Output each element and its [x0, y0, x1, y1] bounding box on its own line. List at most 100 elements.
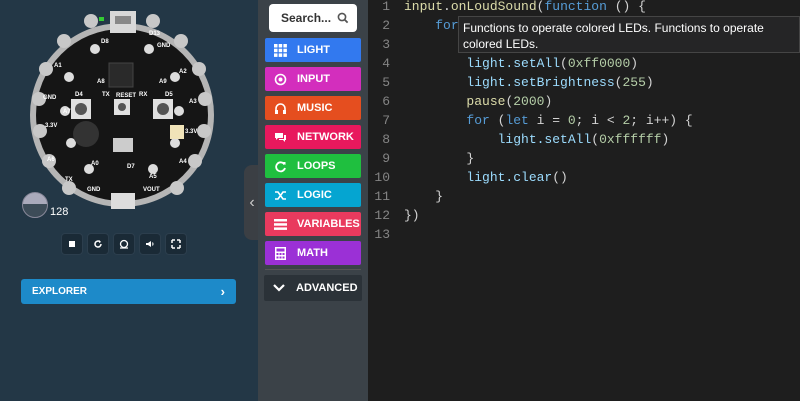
label-a1: A1: [54, 63, 62, 69]
category-logic[interactable]: LOGIC: [265, 183, 361, 207]
category-input[interactable]: INPUT: [265, 67, 361, 91]
category-label: LOGIC: [297, 189, 332, 201]
code-line: 6 pause(2000): [382, 94, 553, 109]
stop-icon: [69, 241, 75, 247]
snail-icon: [119, 239, 129, 249]
label-a4: A4: [179, 159, 187, 165]
category-music[interactable]: MUSIC: [265, 96, 361, 120]
slide-switch: [113, 138, 133, 152]
refresh-icon: [94, 240, 102, 248]
code-line: 10 light.clear(): [374, 170, 568, 185]
code-line: 2 for: [382, 18, 459, 33]
chevron-down-icon: [272, 281, 286, 295]
loop-icon: [273, 159, 287, 173]
label-rx: RX: [139, 92, 147, 98]
label-d4: D4: [75, 92, 83, 98]
label-a8: A8: [97, 79, 105, 85]
code-line: 5 light.setBrightness(255): [382, 75, 654, 90]
category-label: VARIABLES: [297, 218, 360, 230]
label-3v3-left: 3.3V: [45, 123, 57, 129]
toolbox-search[interactable]: Search...: [269, 4, 357, 32]
speaker: [73, 121, 99, 147]
code-line-text: }: [404, 189, 444, 204]
code-line: 12}): [374, 208, 420, 223]
stop-button[interactable]: [61, 233, 83, 255]
category-label: MUSIC: [297, 102, 333, 114]
restart-button[interactable]: [87, 233, 109, 255]
label-a5: A5: [149, 174, 157, 180]
label-a2: A2: [179, 69, 187, 75]
explorer-label: EXPLORER: [32, 286, 88, 297]
category-label: NETWORK: [297, 131, 354, 143]
search-icon: [337, 12, 349, 24]
mute-button[interactable]: [139, 233, 161, 255]
code-line: 3: [382, 37, 390, 52]
category-loops[interactable]: LOOPS: [265, 154, 361, 178]
label-d8: D8: [101, 39, 109, 45]
fullscreen-button[interactable]: [165, 233, 187, 255]
label-gnd-left: GND: [43, 95, 57, 101]
code-line: 7 for (let i = 0; i < 2; i++) {: [382, 113, 693, 128]
code-line: 4 light.setAll(0xff0000): [382, 56, 639, 71]
code-line: 8 light.setAll(0xffffff): [382, 132, 670, 147]
label-a3: A3: [189, 99, 197, 105]
label-a6: A6: [47, 157, 55, 163]
list-icon: [273, 217, 287, 231]
category-light[interactable]: LIGHT: [265, 38, 361, 62]
code-line-text: light.setAll(0xffffff): [497, 132, 670, 147]
slow-mo-button[interactable]: [113, 233, 135, 255]
toolbox-divider: [265, 269, 361, 270]
chevron-left-icon: ‹: [249, 193, 255, 211]
category-label: INPUT: [297, 73, 330, 85]
hover-tooltip: Functions to operate colored LEDs. Funct…: [458, 16, 800, 53]
battery-connector: [111, 193, 135, 209]
chat-icon: [273, 130, 287, 144]
label-d13: D13: [149, 31, 161, 37]
shuffle-icon: [273, 188, 287, 202]
code-line-text: for (let i = 0; i < 2; i++) {: [466, 113, 693, 128]
circuit-playground-board[interactable]: D13 D8 GND A8 A9 D4 D5 TX RESET RX A1 GN…: [29, 3, 215, 227]
label-vout: VOUT: [143, 187, 160, 193]
code-line-text: light.setBrightness(255): [466, 75, 654, 90]
label-gnd-bottom: GND: [87, 187, 101, 193]
category-label: ADVANCED: [296, 282, 358, 294]
light-sensor: [170, 125, 184, 139]
code-line-text: light.setAll(0xff0000): [466, 56, 639, 71]
label-d5: D5: [165, 92, 173, 98]
code-line: 13: [374, 227, 390, 242]
code-line: 9 }: [382, 151, 475, 166]
temperature-slider[interactable]: [22, 192, 48, 218]
label-3v3-right: 3.3V: [185, 129, 197, 135]
label-tx-a6: TX: [65, 177, 73, 183]
category-math[interactable]: MATH: [265, 241, 361, 265]
code-line-text: }): [404, 208, 420, 223]
code-line: 11 }: [374, 189, 444, 204]
explorer-button[interactable]: EXPLORER ›: [21, 279, 236, 304]
chevron-right-icon: ›: [220, 284, 225, 299]
code-line-text: light.clear(): [466, 170, 568, 185]
simulator-panel: D13 D8 GND A8 A9 D4 D5 TX RESET RX A1 GN…: [0, 0, 258, 401]
code-line: 1 input.onLoudSound(function () {: [382, 0, 646, 14]
label-a9: A9: [159, 79, 167, 85]
category-label: LOOPS: [297, 160, 336, 172]
category-network[interactable]: NETWORK: [265, 125, 361, 149]
temperature-value: 128: [50, 206, 69, 218]
target-icon: [273, 72, 287, 86]
category-label: MATH: [297, 247, 328, 259]
headphones-icon: [273, 101, 287, 115]
code-line-text: for: [435, 18, 459, 33]
code-line-text: input.onLoudSound(function () {: [404, 0, 646, 14]
code-line-text: }: [404, 151, 475, 166]
category-variables[interactable]: VARIABLES: [265, 212, 361, 236]
speaker-icon: [146, 241, 154, 247]
category-advanced[interactable]: ADVANCED: [264, 275, 362, 301]
label-reset: RESET: [116, 93, 136, 99]
fullscreen-icon: [171, 239, 181, 249]
grid-icon: [273, 43, 287, 57]
label-tx: TX: [102, 92, 110, 98]
search-placeholder: Search...: [281, 11, 332, 25]
label-a7: A7: [63, 109, 71, 115]
category-label: LIGHT: [297, 44, 330, 56]
label-a0: A0: [91, 161, 99, 167]
calculator-icon: [273, 246, 287, 260]
